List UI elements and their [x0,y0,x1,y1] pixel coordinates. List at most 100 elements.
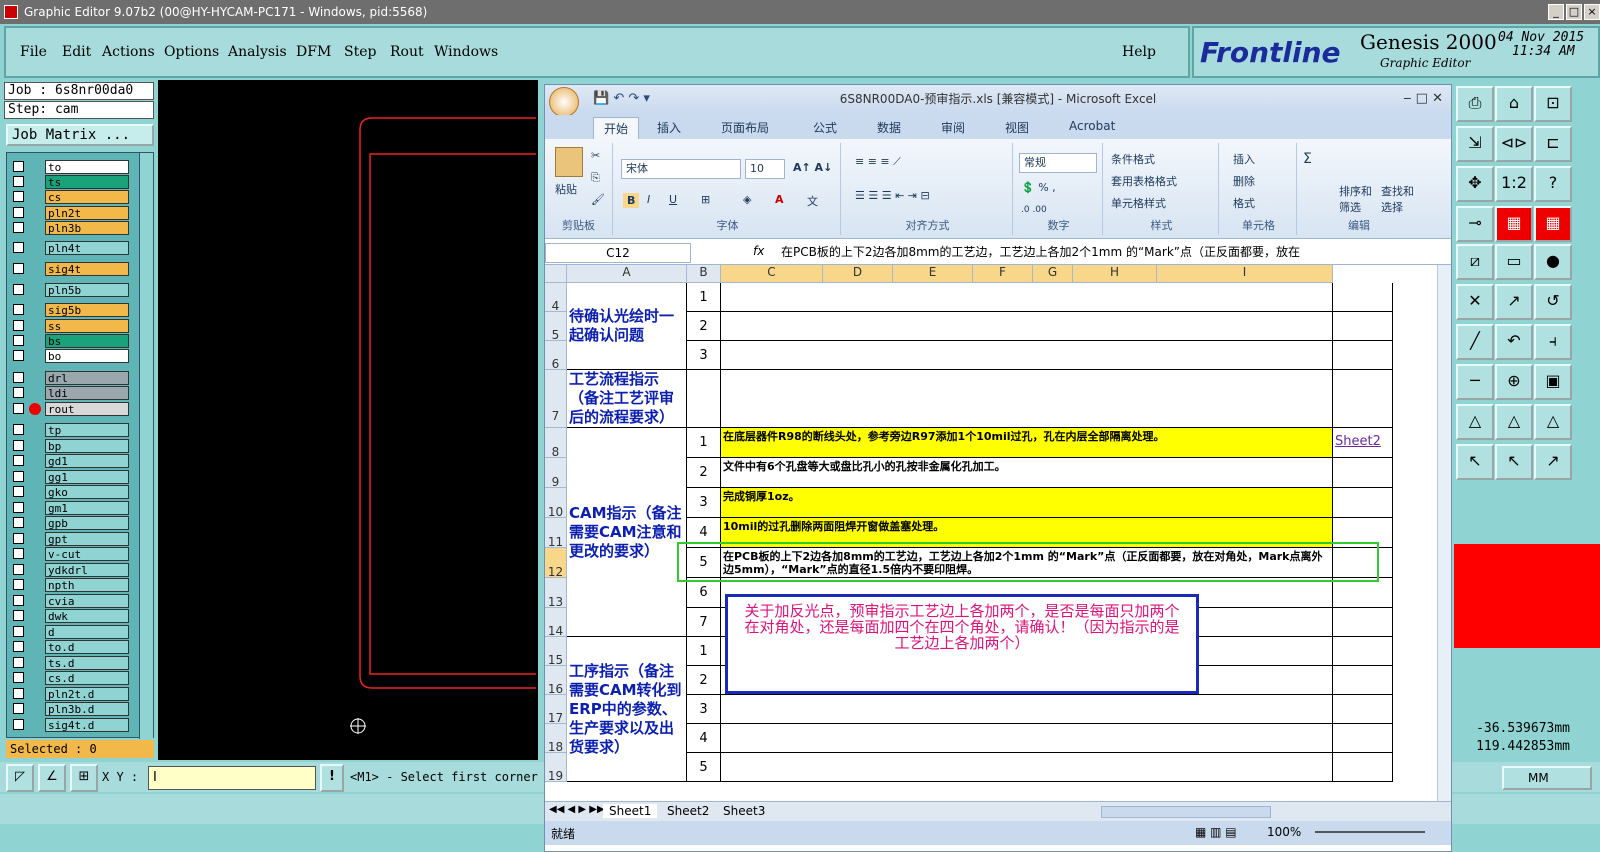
content-cell[interactable] [721,753,1333,782]
format-painter-icon[interactable]: 🖌 [591,193,605,206]
layer-row[interactable]: to [11,160,129,174]
sheet-tab-3[interactable]: Sheet3 [717,804,771,818]
layer-checkbox[interactable] [13,703,24,714]
layer-checkbox[interactable] [13,502,24,513]
column-header[interactable]: E [893,265,973,283]
index-cell[interactable] [687,370,721,428]
layer-checkbox[interactable] [13,548,24,559]
row-header[interactable]: 13 [545,578,567,609]
layer-name[interactable]: gpb [45,516,129,530]
ratio-icon[interactable]: 1:2 [1495,166,1533,202]
category-cell[interactable]: 工艺流程指示（备注工艺评审后的流程要求） [567,370,687,428]
measure-tool-icon[interactable]: ∠ [38,764,66,792]
traffic-icon[interactable]: ▦ [1495,206,1533,242]
ribbon-tab[interactable]: 页面布局 [721,119,769,136]
layer-name[interactable]: pln5b [45,283,129,297]
layer-row[interactable]: cs.d [11,671,129,685]
paste-icon[interactable] [555,147,583,177]
name-box[interactable]: C12 [545,243,691,263]
row-header[interactable]: 10 [545,488,567,519]
layer-checkbox[interactable] [13,533,24,544]
formula-input[interactable]: 在PCB板的上下2边各加8mm的工艺边，工艺边上各加2个1mm 的“Mark”点… [781,243,1435,263]
content-cell[interactable]: 完成铜厚1oz。 [721,488,1333,518]
layer-row[interactable]: dwk [11,609,129,623]
ribbon-tab[interactable]: 审阅 [941,119,965,136]
layer-checkbox[interactable] [13,455,24,466]
content-cell[interactable]: 在底层器件R98的断线头处，参考旁边R97添加1个10mil过孔，孔在内层全部隔… [721,428,1333,458]
vertical-scrollbar[interactable] [1437,265,1451,803]
triangle-icon[interactable]: △ [1495,404,1533,440]
fit-icon[interactable]: ⊡ [1534,86,1572,122]
layer-name[interactable]: bs [45,334,129,348]
column-header[interactable]: A [567,265,687,283]
index-cell[interactable]: 2 [687,458,721,488]
index-cell[interactable]: 3 [687,695,721,724]
layer-name[interactable]: sig5b [45,303,129,317]
index-cell[interactable]: 2 [687,312,721,341]
layer-checkbox[interactable] [13,517,24,528]
zoom-tool-icon[interactable]: ◸ [6,764,34,792]
layer-checkbox[interactable] [13,387,24,398]
traffic-icon[interactable]: ▦ [1534,206,1572,242]
index-cell[interactable]: 5 [687,753,721,782]
row-header[interactable]: 4 [545,283,567,313]
row-header[interactable]: 11 [545,518,567,549]
fill-color-icon[interactable]: ◈ [743,193,751,206]
spreadsheet-grid[interactable]: A B C D E F G H I 4 1 5 2 6 3 7 8 1 在底层器件R98的断线头处，参考旁边R97添… [545,265,1437,823]
content-cell[interactable] [721,312,1333,341]
sheet-nav-icons[interactable]: ◀◀ ◀ ▶ ▶▶ [549,804,605,815]
index-cell[interactable]: 7 [687,608,721,637]
content-cell[interactable] [721,283,1333,312]
index-cell[interactable]: 1 [687,283,721,312]
layer-row[interactable]: ts.d [11,656,129,670]
index-cell[interactable]: 3 [687,488,721,518]
column-header[interactable]: C [721,265,823,283]
layer-name[interactable]: ts.d [45,656,129,670]
graphic-canvas[interactable] [158,80,538,760]
close-button[interactable]: × [1584,4,1600,20]
layer-name[interactable]: ss [45,319,129,333]
content-cell[interactable] [721,370,1333,428]
layer-checkbox[interactable] [13,335,24,346]
layer-name[interactable]: gg1 [45,470,129,484]
delete-button[interactable]: 删除 [1233,173,1255,189]
row-header[interactable]: 14 [545,608,567,638]
column-header[interactable]: F [973,265,1033,283]
layer-row[interactable]: pln2t [11,206,129,220]
row-header[interactable]: 6 [545,341,567,371]
layer-name[interactable]: pln3b.d [45,702,129,716]
ribbon-tab[interactable]: Acrobat [1069,119,1115,133]
layer-row[interactable]: cvia [11,594,129,608]
minimize-button[interactable]: _ [1548,4,1564,20]
row-header[interactable]: 17 [545,695,567,725]
dash-icon[interactable]: ─ [1456,364,1494,400]
layer-checkbox[interactable] [13,626,24,637]
row-header[interactable]: 9 [545,458,567,489]
row-header[interactable]: 7 [545,370,567,428]
layer-checkbox[interactable] [13,424,24,435]
layer-row[interactable]: pln3b [11,221,129,235]
select-all-corner[interactable] [545,265,567,283]
excel-window-controls[interactable]: ‒ □ ✕ [1403,85,1443,113]
extra-cell[interactable] [1333,724,1393,753]
layer-row[interactable]: ts [11,175,129,189]
layer-checkbox[interactable] [13,372,24,383]
sort-filter-button[interactable]: 排序和筛选 [1339,183,1379,215]
extra-cell[interactable] [1333,341,1393,370]
quick-access-icons[interactable]: 💾 ↶ ↷ ▾ [593,85,650,113]
layer-checkbox[interactable] [13,176,24,187]
alert-icon[interactable]: ! [320,764,344,792]
paste-label[interactable]: 粘贴 [555,181,577,197]
italic-button[interactable]: I [647,193,650,206]
layer-name[interactable]: cvia [45,594,129,608]
layer-name[interactable]: pln3b [45,221,129,235]
column-header[interactable]: G [1033,265,1073,283]
layer-name[interactable]: gd1 [45,454,129,468]
menu-help[interactable]: Help [1122,44,1156,60]
extra-cell[interactable] [1333,370,1393,428]
copy-icon[interactable]: ⎘ [591,171,600,185]
cell-style-button[interactable]: 单元格样式 [1111,195,1166,211]
table-format-button[interactable]: 套用表格格式 [1111,173,1177,189]
align-left-icon[interactable]: ☰ ☰ ☰ ⇤ ⇥ ⊟ [855,189,930,202]
format-button[interactable]: 格式 [1233,195,1255,211]
